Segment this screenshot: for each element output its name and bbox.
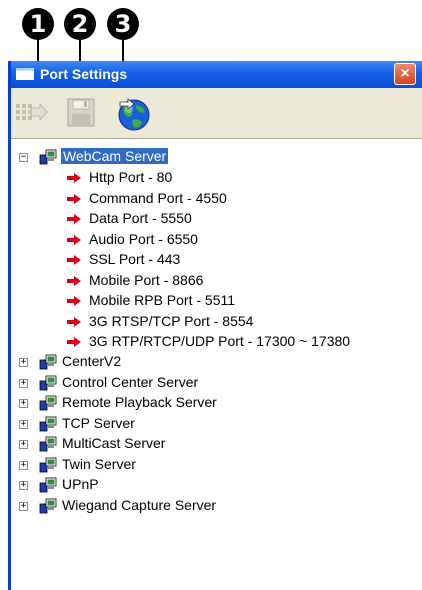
port-item[interactable]: 3G RTSP/TCP Port - 8554 [11, 312, 421, 332]
window-title: Port Settings [40, 66, 128, 82]
tree-node-label: WebCam Server [61, 148, 169, 164]
port-label: 3G RTP/RTCP/UDP Port - 17300 ~ 17380 [89, 333, 351, 349]
tree-node-server[interactable]: + CenterV2 [11, 352, 411, 372]
expand-toggle[interactable]: + [19, 377, 28, 388]
close-button[interactable]: × [394, 63, 416, 85]
red-arrow-icon [67, 275, 81, 286]
port-label: Data Port - 5550 [89, 210, 192, 226]
red-arrow-icon [67, 214, 81, 224]
server-icon [39, 395, 57, 411]
port-item[interactable]: Mobile Port - 8866 [11, 271, 421, 291]
red-arrow-icon [67, 193, 81, 204]
tree-node-server[interactable]: + UPnP [11, 475, 411, 495]
server-icon [39, 457, 57, 472]
server-icon [39, 354, 57, 370]
connect-icon [16, 102, 48, 122]
port-item[interactable]: 3G RTP/RTCP/UDP Port - 17300 ~ 17380 [11, 332, 421, 352]
expand-toggle[interactable]: + [19, 481, 28, 490]
title-bar[interactable]: Port Settings × [11, 61, 422, 88]
port-label: Command Port - 4550 [89, 189, 227, 206]
server-label: Remote Playback Server [62, 394, 217, 410]
expand-toggle[interactable]: + [19, 459, 28, 470]
callout-1: 1 [22, 8, 54, 40]
port-item[interactable]: Http Port - 80 [11, 168, 421, 188]
expand-toggle[interactable]: + [19, 358, 28, 367]
server-label: Control Center Server [62, 373, 199, 390]
tree-node-server[interactable]: + TCP Server [11, 414, 411, 434]
server-icon [39, 416, 57, 431]
expand-toggle[interactable]: + [19, 500, 28, 511]
window-icon [16, 68, 34, 80]
expand-icon: + [20, 480, 27, 490]
red-arrow-icon [67, 255, 81, 265]
close-icon: × [400, 65, 410, 82]
port-label: Mobile Port - 8866 [89, 271, 204, 288]
collapse-icon: − [20, 152, 27, 162]
expand-toggle[interactable]: + [19, 440, 28, 449]
port-item[interactable]: Mobile RPB Port - 5511 [11, 291, 421, 311]
callout-3: 3 [107, 8, 139, 40]
expand-icon: + [20, 377, 27, 388]
expand-icon: + [20, 459, 27, 470]
port-label: Http Port - 80 [89, 169, 173, 185]
expand-icon: + [20, 398, 27, 408]
server-label: CenterV2 [62, 353, 122, 369]
server-label: Wiegand Capture Server [62, 496, 217, 513]
server-icon [39, 477, 57, 493]
server-label: TCP Server [62, 414, 135, 431]
tree-node-server[interactable]: + Remote Playback Server [11, 393, 411, 413]
expand-toggle[interactable]: + [19, 399, 28, 408]
toolbar [11, 88, 422, 139]
network-globe-button[interactable] [114, 96, 150, 131]
port-item[interactable]: Data Port - 5550 [11, 209, 421, 229]
server-label: Twin Server [62, 455, 136, 472]
tree-node-server[interactable]: + MultiCast Server [11, 434, 411, 454]
tree-node-server[interactable]: + Wiegand Capture Server [11, 496, 411, 516]
tree-node-webcam-server[interactable]: − WebCam Server [11, 147, 411, 167]
connect-button[interactable] [13, 96, 49, 130]
server-icon [39, 436, 57, 452]
server-label: MultiCast Server [62, 435, 166, 451]
port-label: SSL Port - 443 [89, 251, 181, 267]
server-icon [39, 498, 57, 513]
port-item[interactable]: Command Port - 4550 [11, 189, 421, 209]
callout-1-label: 1 [29, 10, 47, 38]
red-arrow-icon [67, 316, 81, 327]
expand-toggle[interactable]: + [19, 418, 28, 429]
tree-node-server[interactable]: + Control Center Server [11, 373, 411, 393]
tree-node-server[interactable]: + Twin Server [11, 455, 411, 475]
callout-3-label: 3 [114, 10, 132, 38]
callout-2-label: 2 [71, 10, 89, 38]
collapse-toggle[interactable]: − [19, 153, 28, 162]
floppy-disk-icon [67, 98, 95, 127]
port-label: 3G RTSP/TCP Port - 8554 [89, 312, 254, 329]
port-label: Audio Port - 6550 [89, 230, 198, 247]
save-button[interactable] [63, 96, 99, 130]
callout-2: 2 [64, 8, 96, 40]
expand-icon: + [20, 357, 27, 367]
server-icon [39, 149, 57, 165]
server-label: UPnP [62, 476, 99, 492]
port-item[interactable]: SSL Port - 443 [11, 250, 421, 270]
red-arrow-icon [67, 296, 81, 306]
port-settings-window: Port Settings × − WebCam Server Http Por… [8, 61, 422, 590]
port-label: Mobile RPB Port - 5511 [89, 292, 236, 308]
red-arrow-icon [67, 173, 81, 183]
server-tree: − WebCam Server Http Port - 80 Command Po… [11, 139, 422, 590]
red-arrow-icon [67, 337, 81, 347]
callout-layer: 1 2 3 [0, 0, 422, 86]
red-arrow-icon [67, 234, 81, 245]
expand-icon: + [20, 418, 27, 429]
port-item[interactable]: Audio Port - 6550 [11, 230, 421, 250]
globe-icon [118, 98, 150, 131]
server-icon [39, 375, 57, 390]
expand-icon: + [20, 500, 27, 511]
expand-icon: + [20, 439, 27, 449]
